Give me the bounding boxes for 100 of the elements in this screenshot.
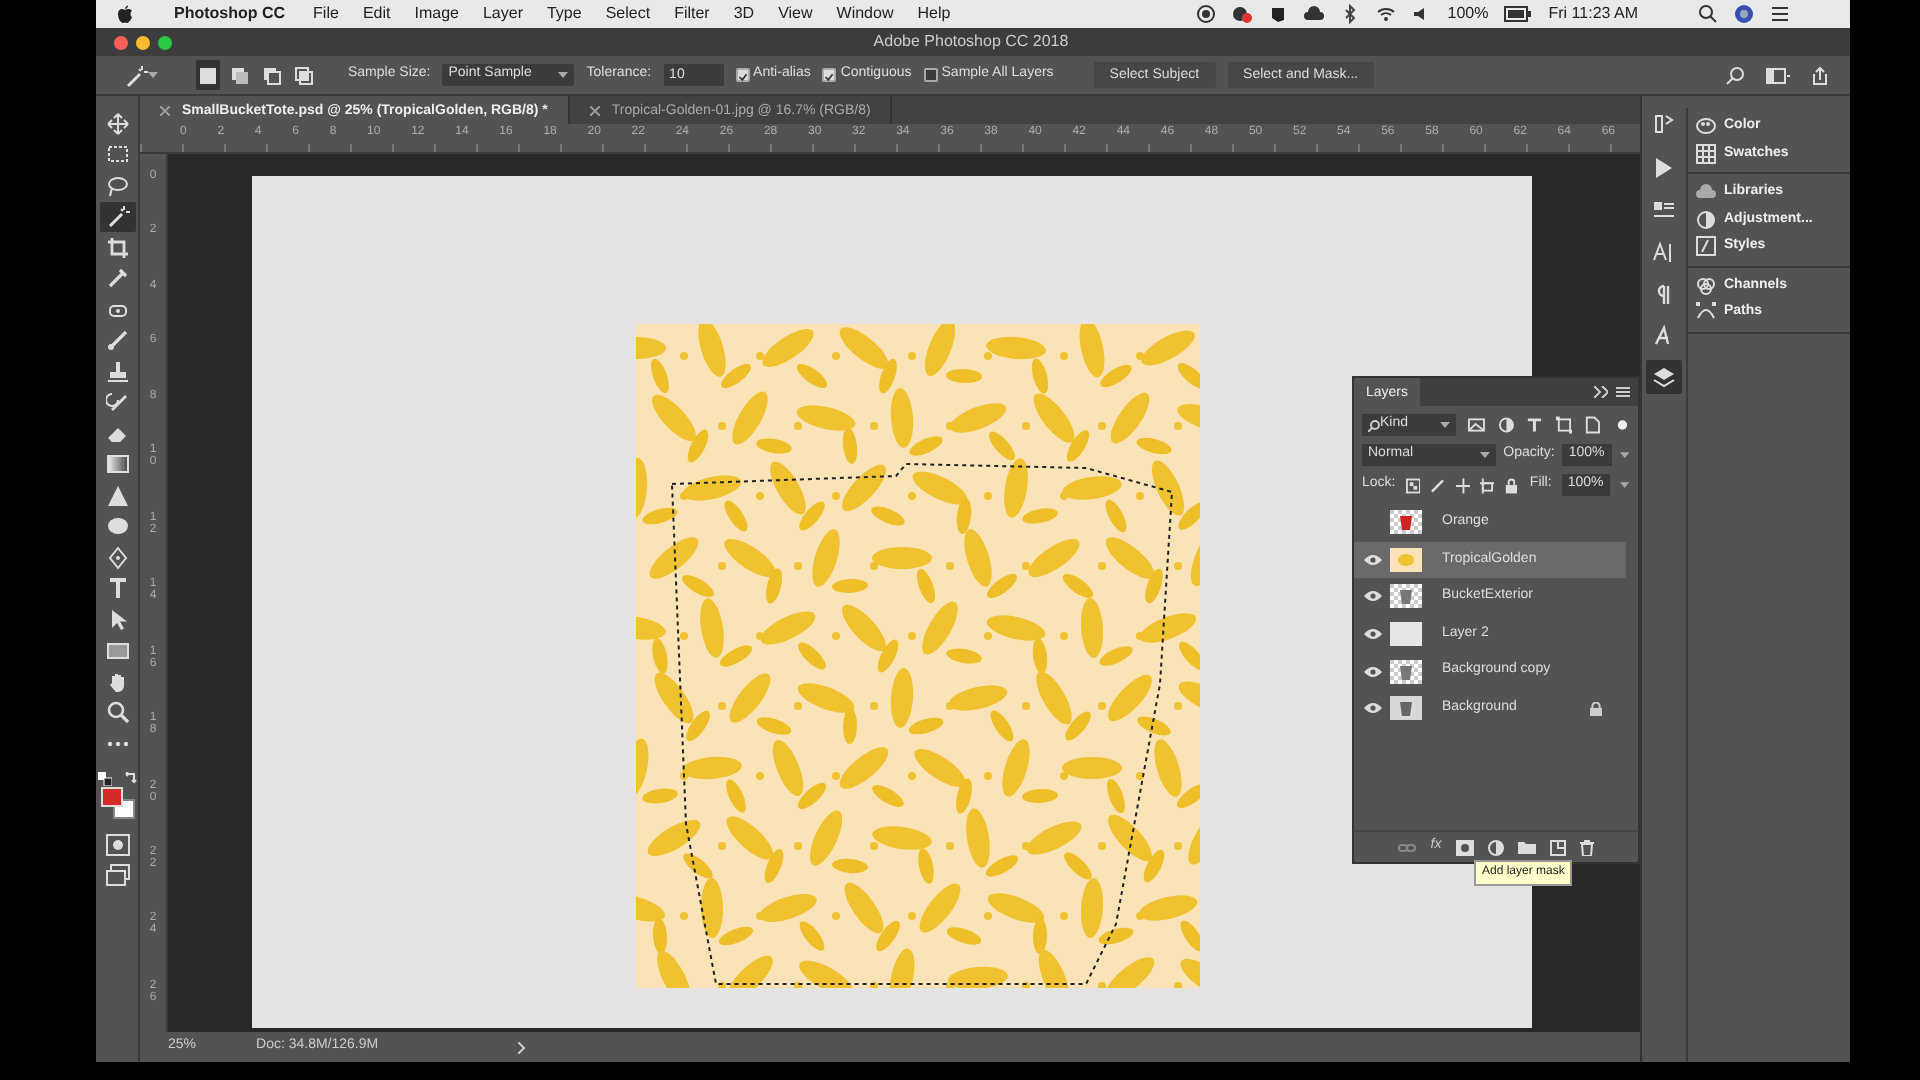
layer-thumbnail [1390, 696, 1422, 721]
type-filter-icon[interactable] [1526, 416, 1544, 434]
color-swatches-icon[interactable] [99, 785, 135, 819]
move-icon[interactable] [1455, 477, 1471, 493]
caret-icon [1620, 481, 1631, 489]
image-filter-icon[interactable] [1468, 416, 1486, 434]
check-icon [737, 70, 748, 84]
dock-button[interactable] [1646, 360, 1682, 394]
brush-icon[interactable] [1430, 477, 1446, 493]
layer-thumbnail [1390, 584, 1422, 609]
menu-item[interactable]: Filter [674, 2, 710, 26]
shape-filter-icon[interactable] [1555, 416, 1573, 434]
play-icon [1652, 155, 1676, 179]
swap-colors-icon[interactable] [123, 771, 137, 785]
minimize-button[interactable] [136, 35, 150, 49]
eye-icon [1363, 628, 1381, 641]
search-icon [1726, 65, 1746, 85]
visibility-toggle[interactable] [1362, 586, 1382, 607]
close-button[interactable] [114, 35, 128, 49]
battery-icon [1504, 6, 1533, 22]
zoom-button[interactable] [158, 35, 172, 49]
menu-item[interactable]: Image [414, 2, 459, 26]
wifi-icon [1375, 4, 1396, 24]
pen-icon [105, 545, 129, 570]
menu-item[interactable]: File [313, 2, 339, 26]
layer-thumbnail [1390, 547, 1422, 572]
folder-icon[interactable] [1517, 840, 1536, 854]
visibility-toggle[interactable] [1362, 549, 1382, 570]
brush-icon [105, 328, 129, 353]
screen-mode-icon [105, 864, 129, 887]
selection-mode-button[interactable] [196, 59, 220, 91]
pen-path-icon [1696, 302, 1716, 323]
caret-icon [1620, 451, 1630, 459]
menu-item[interactable]: Window [836, 2, 894, 26]
zoom-icon [105, 700, 129, 725]
artboard-icon[interactable] [1480, 477, 1495, 493]
adjustment-filter-icon[interactable] [1497, 416, 1515, 434]
add-selection-icon [230, 65, 250, 85]
menu-item[interactable]: Select [605, 2, 651, 26]
apple-logo-icon [116, 4, 134, 24]
toggle-dot-icon[interactable] [1613, 416, 1631, 434]
menu-item[interactable]: 3D [733, 2, 755, 26]
default-colors-icon[interactable] [97, 771, 111, 785]
checkbox[interactable] [735, 68, 750, 82]
lock-pixels-icon[interactable] [1405, 477, 1421, 493]
app-name[interactable]: Photoshop CC [174, 2, 286, 26]
caret-icon [1479, 451, 1490, 459]
menu-item[interactable]: Edit [362, 2, 391, 26]
channels-icon [1696, 275, 1716, 296]
eye-icon [1363, 702, 1381, 715]
layer-thumbnail [1390, 510, 1422, 535]
record-icon [1195, 4, 1216, 24]
history-brush-icon [105, 390, 129, 415]
character-icon [1652, 239, 1676, 263]
lock-icon[interactable] [1504, 477, 1520, 493]
trash-icon[interactable] [1579, 839, 1594, 855]
eye-icon [1363, 553, 1381, 566]
battery-percent: 100% [1447, 2, 1489, 26]
checkbox[interactable] [923, 68, 938, 82]
share-icon [1810, 65, 1830, 85]
grid-icon [1696, 143, 1716, 164]
properties-icon [1652, 197, 1676, 221]
menu-item[interactable]: Help [917, 2, 951, 26]
eye-icon [1363, 665, 1381, 678]
marquee-icon [105, 142, 129, 167]
menu-item[interactable]: Layer [482, 2, 523, 26]
new-selection-icon [198, 65, 218, 85]
quick-mask-icon [105, 833, 129, 856]
move-icon [105, 111, 129, 136]
caret-icon [1440, 421, 1451, 429]
magic-wand-icon [105, 204, 129, 229]
smart-object-filter-icon[interactable] [1584, 416, 1602, 434]
close-icon [160, 105, 170, 116]
sponge-icon [105, 514, 129, 539]
menu-icon[interactable] [1616, 386, 1630, 398]
layers-icon [1652, 365, 1676, 389]
adjustment-layer-icon[interactable] [1487, 839, 1504, 855]
checkbox[interactable] [822, 68, 837, 82]
menu-item[interactable]: Type [546, 2, 582, 26]
layer-thumbnail [1390, 659, 1422, 684]
stamp-icon [105, 359, 129, 384]
visibility-toggle[interactable] [1362, 698, 1382, 719]
check-icon [824, 70, 835, 84]
hand-icon [105, 669, 129, 694]
visibility-toggle[interactable] [1362, 661, 1382, 682]
palette-icon [1696, 116, 1716, 137]
fx-box-icon [1696, 236, 1716, 257]
list-icon [1770, 4, 1790, 24]
rectangle-icon [105, 638, 129, 663]
eye-icon [1363, 590, 1381, 603]
half-circle-icon [1696, 209, 1716, 230]
visibility-toggle[interactable] [1362, 624, 1382, 645]
menu-item[interactable]: View [778, 2, 813, 26]
new-layer-icon[interactable] [1549, 839, 1566, 855]
tool-button[interactable] [99, 201, 135, 232]
cloud-icon [1696, 182, 1716, 203]
creative-cloud-icon [1231, 4, 1252, 24]
collapse-icon[interactable] [1594, 386, 1608, 398]
mask-icon[interactable] [1455, 839, 1474, 855]
bluetooth-icon [1339, 4, 1360, 24]
